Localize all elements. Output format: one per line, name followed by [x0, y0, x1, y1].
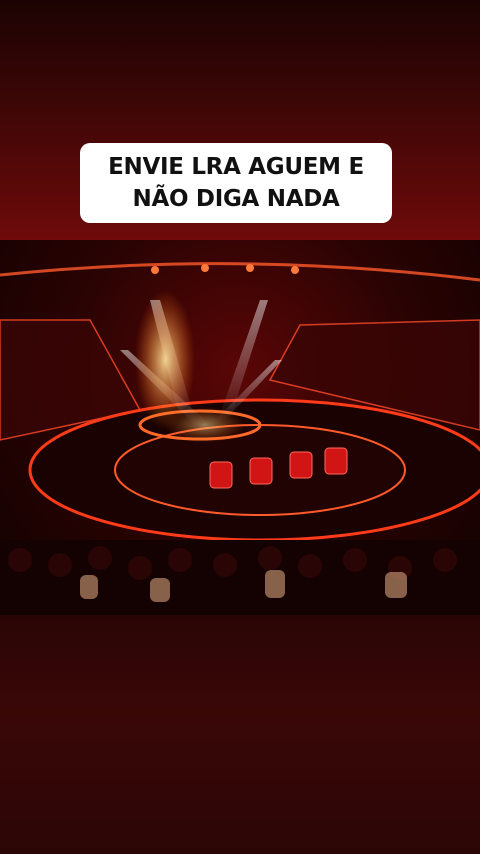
ceiling-light-strip [0, 262, 480, 282]
stage-glow [135, 290, 195, 430]
stage-scene [0, 262, 480, 615]
audience [0, 540, 480, 615]
video-frame[interactable] [0, 240, 480, 615]
background-bottom [0, 615, 480, 854]
caption-box: ENVIE LRA AGUEM E NÃO DIGA NADA [80, 143, 392, 223]
caption-text: ENVIE LRA AGUEM E NÃO DIGA NADA [108, 154, 364, 212]
